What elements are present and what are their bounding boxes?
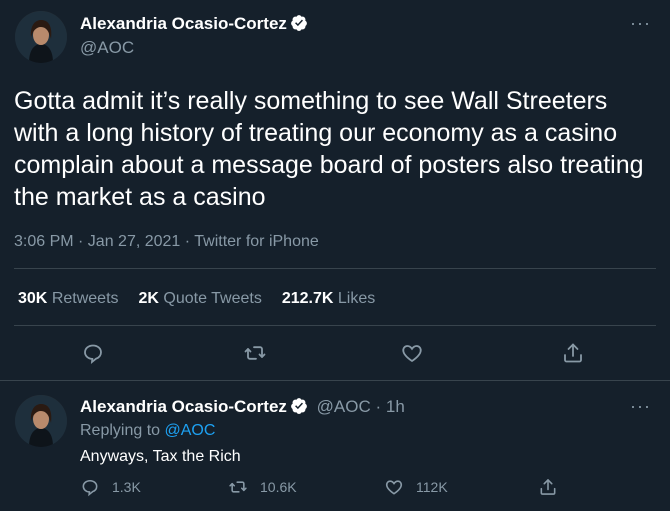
main-more-icon[interactable]: ···: [630, 14, 651, 32]
retweet-icon: [229, 481, 247, 493]
reply-icon: [82, 479, 98, 497]
retweet-button[interactable]: [243, 341, 267, 370]
like-count: 112K: [416, 479, 448, 495]
retweets-stat[interactable]: 30K Retweets: [18, 290, 119, 307]
replying-to-label: Replying to: [80, 422, 161, 439]
replying-to-handle-link[interactable]: @AOC: [165, 422, 216, 439]
retweet-count: 10.6K: [260, 479, 297, 495]
reply-share-button[interactable]: [538, 477, 558, 502]
main-tweet-text: Gotta admit it’s really something to see…: [14, 87, 644, 211]
reply-author-name[interactable]: Alexandria Ocasio-Cortez: [80, 397, 287, 416]
reply-more-icon[interactable]: ···: [630, 397, 651, 415]
reply-author-avatar[interactable]: [15, 395, 67, 447]
retweet-icon: [244, 346, 266, 360]
reply-button[interactable]: [81, 341, 105, 370]
reply-handle-separator: ·: [375, 397, 382, 416]
likes-stat[interactable]: 212.7K Likes: [282, 290, 375, 307]
reply-tweet-text: Anyways, Tax the Rich: [80, 448, 241, 465]
main-author-handle[interactable]: @AOC: [80, 38, 134, 58]
main-tweet-timestamp[interactable]: 3:06 PM · Jan 27, 2021 · Twitter for iPh…: [14, 233, 319, 251]
main-author-avatar[interactable]: [15, 11, 67, 63]
like-icon: [402, 345, 422, 363]
reply-author-line: Alexandria Ocasio-Cortez @AOC · 1h: [80, 397, 405, 420]
verified-badge-icon: [290, 14, 308, 37]
tweet-stats: 30K Retweets 2K Quote Tweets 212.7K Likes: [18, 290, 375, 308]
share-icon: [540, 479, 556, 495]
share-icon: [564, 343, 582, 363]
divider-middle: [14, 325, 656, 326]
reply-reply-button[interactable]: 1.3K: [80, 477, 141, 497]
divider-top: [14, 268, 656, 269]
reply-tweet-age[interactable]: 1h: [386, 397, 405, 416]
reply-icon: [84, 344, 102, 365]
quote-tweets-stat[interactable]: 2K Quote Tweets: [139, 290, 262, 307]
verified-badge-icon: [290, 397, 308, 420]
like-icon: [385, 480, 403, 495]
reply-author-handle[interactable]: @AOC: [317, 397, 371, 416]
share-button[interactable]: [561, 341, 585, 370]
reply-like-button[interactable]: 112K: [384, 477, 448, 497]
reply-retweet-button[interactable]: 10.6K: [228, 477, 297, 497]
replying-to-line: Replying to @AOC: [80, 422, 215, 440]
main-author-name[interactable]: Alexandria Ocasio-Cortez: [80, 14, 308, 37]
divider-bottom: [0, 380, 670, 381]
like-button[interactable]: [400, 341, 424, 370]
reply-count: 1.3K: [112, 479, 141, 495]
